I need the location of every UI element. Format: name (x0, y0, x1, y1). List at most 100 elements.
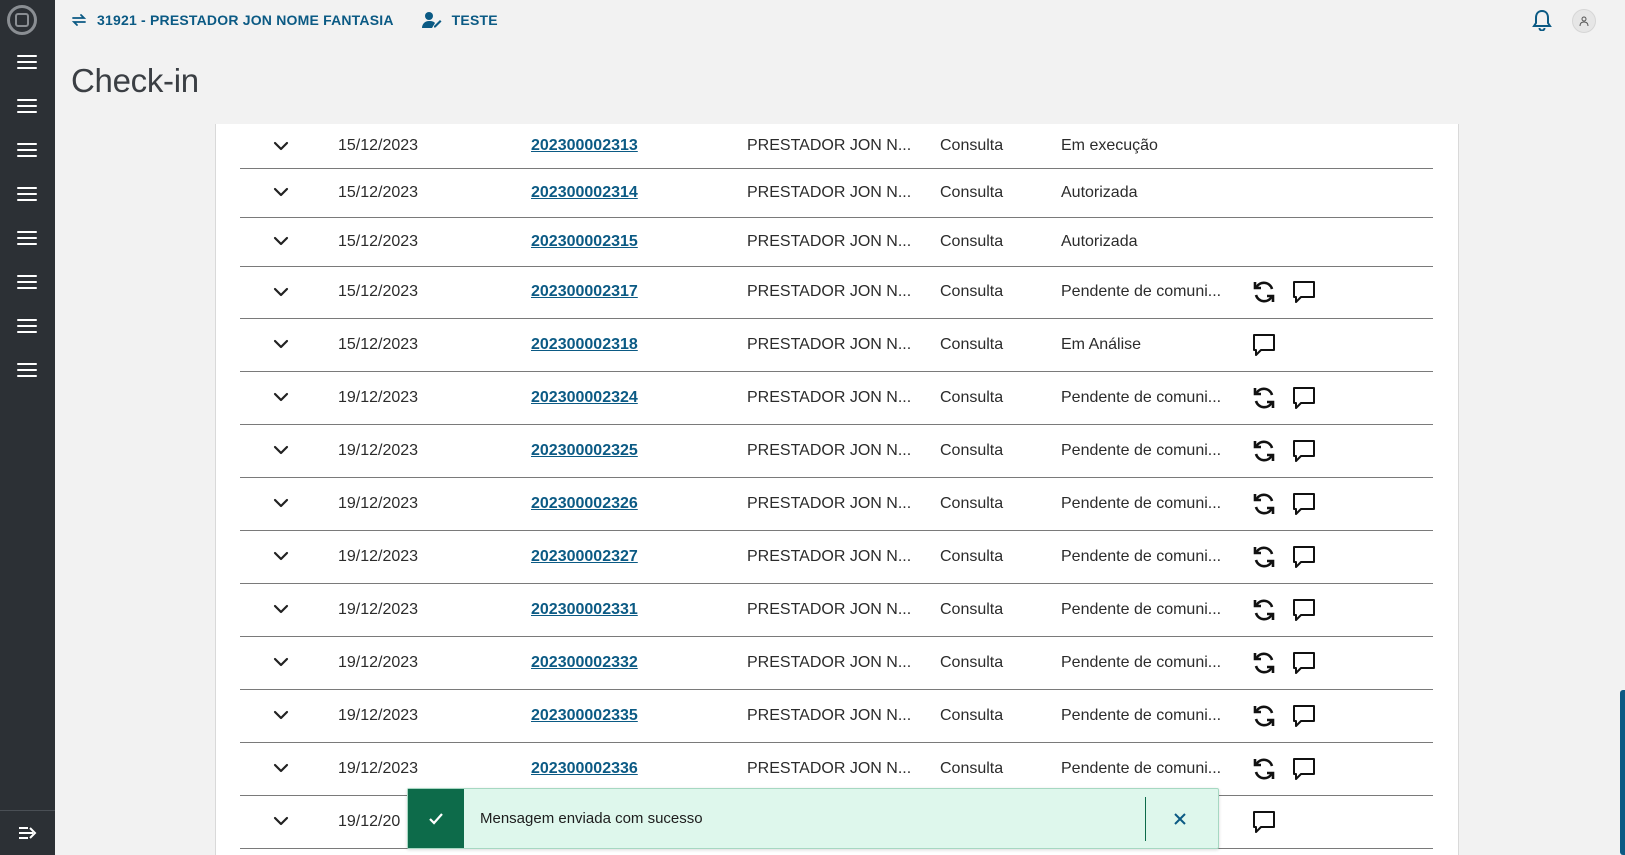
checkin-number-link[interactable]: 202300002326 (531, 495, 638, 512)
provider: PRESTADOR JON N... (747, 232, 912, 250)
chat-icon[interactable] (1291, 544, 1317, 570)
menu-icon-7[interactable] (17, 319, 37, 335)
avatar[interactable] (1572, 9, 1596, 33)
actions-cell (1251, 689, 1433, 742)
refresh-icon[interactable] (1251, 544, 1277, 570)
chevron-down-icon[interactable] (272, 494, 290, 512)
table-row: 19/12/2023 202300002335 PRESTADOR JON N...… (240, 689, 1433, 742)
date: 19/12/2023 (338, 600, 419, 618)
provider: PRESTADOR JON N... (747, 547, 912, 565)
checkin-number-link[interactable]: 202300002332 (531, 654, 638, 671)
refresh-icon[interactable] (1251, 756, 1277, 782)
table-row: 19/12/2023 202300002326 PRESTADOR JON N...… (240, 477, 1433, 530)
table-row: 15/12/2023 202300002314 PRESTADOR JON N...… (240, 168, 1433, 217)
checkin-number-link[interactable]: 202300002331 (531, 601, 638, 618)
chevron-down-icon[interactable] (272, 137, 290, 155)
status: Pendente de comuni... (1061, 653, 1222, 671)
menu-icon-1[interactable] (17, 55, 37, 71)
user-edit-icon (421, 12, 442, 28)
chevron-down-icon[interactable] (272, 653, 290, 671)
date: 15/12/2023 (338, 232, 419, 250)
checkin-number-link[interactable]: 202300002336 (531, 760, 638, 777)
notifications-bell-icon[interactable] (1531, 9, 1553, 32)
chat-icon[interactable] (1251, 332, 1277, 358)
chevron-down-icon[interactable] (272, 600, 290, 618)
chevron-down-icon[interactable] (272, 232, 290, 250)
refresh-icon[interactable] (1251, 385, 1277, 411)
status: Autorizada (1061, 232, 1138, 250)
status-cell: Pendente de comuni... (1061, 636, 1251, 689)
type-cell: Consulta (940, 168, 1061, 217)
provider: PRESTADOR JON N... (747, 388, 912, 406)
refresh-icon[interactable] (1251, 703, 1277, 729)
checkin-number-link[interactable]: 202300002325 (531, 442, 638, 459)
type: Consulta (940, 759, 1004, 777)
type-cell: Consulta (940, 318, 1061, 371)
chevron-down-icon[interactable] (272, 283, 290, 301)
refresh-icon[interactable] (1251, 438, 1277, 464)
expand-sidebar-icon[interactable] (17, 823, 39, 843)
expand-cell (240, 636, 338, 689)
chevron-down-icon[interactable] (272, 759, 290, 777)
status-cell: Em execução (1061, 124, 1251, 168)
chevron-down-icon[interactable] (272, 441, 290, 459)
table-row: 15/12/2023 202300002317 PRESTADOR JON N...… (240, 266, 1433, 318)
check-icon (429, 812, 443, 825)
provider: PRESTADOR JON N... (747, 335, 912, 353)
checkin-number-link[interactable]: 202300002327 (531, 548, 638, 565)
refresh-icon[interactable] (1251, 650, 1277, 676)
status: Pendente de comuni... (1061, 547, 1222, 565)
chat-icon[interactable] (1291, 491, 1317, 517)
chat-icon[interactable] (1291, 650, 1317, 676)
provider-cell: PRESTADOR JON N... (747, 266, 940, 318)
menu-icon-2[interactable] (17, 99, 37, 115)
checkin-number-link-cell: 202300002326 (531, 477, 747, 530)
menu-icon-6[interactable] (17, 275, 37, 291)
chevron-down-icon[interactable] (272, 812, 290, 830)
user-menu[interactable]: TESTE (421, 11, 498, 29)
menu-icon-4[interactable] (17, 187, 37, 203)
date-cell: 19/12/2023 (338, 636, 531, 689)
menu-icon-8[interactable] (17, 363, 37, 379)
menu-icon-5[interactable] (17, 231, 37, 247)
chat-icon[interactable] (1291, 756, 1317, 782)
provider: PRESTADOR JON N... (747, 600, 912, 618)
checkin-number-link[interactable]: 202300002315 (531, 233, 638, 250)
app-logo-icon[interactable] (7, 5, 37, 35)
chat-icon[interactable] (1291, 279, 1317, 305)
date-cell: 15/12/2023 (338, 124, 531, 168)
chat-icon[interactable] (1291, 438, 1317, 464)
date-cell: 19/12/2023 (338, 424, 531, 477)
chat-icon[interactable] (1291, 597, 1317, 623)
provider-cell: PRESTADOR JON N... (747, 124, 940, 168)
checkin-number-link[interactable]: 202300002317 (531, 283, 638, 300)
chat-icon[interactable] (1251, 809, 1277, 835)
chevron-down-icon[interactable] (272, 335, 290, 353)
chevron-down-icon[interactable] (272, 547, 290, 565)
chevron-down-icon[interactable] (272, 183, 290, 201)
expand-cell (240, 689, 338, 742)
expand-cell (240, 424, 338, 477)
menu-icon-3[interactable] (17, 143, 37, 159)
checkin-number-link[interactable]: 202300002314 (531, 184, 638, 201)
status: Em Análise (1061, 335, 1142, 353)
chat-icon[interactable] (1291, 385, 1317, 411)
checkin-number-link-cell: 202300002324 (531, 371, 747, 424)
refresh-icon[interactable] (1251, 597, 1277, 623)
actions-cell (1251, 795, 1433, 848)
table-row: 15/12/2023 202300002318 PRESTADOR JON N...… (240, 318, 1433, 371)
checkin-number-link[interactable]: 202300002335 (531, 707, 638, 724)
refresh-icon[interactable] (1251, 491, 1277, 517)
toast-close-button[interactable] (1168, 807, 1192, 831)
chevron-down-icon[interactable] (272, 706, 290, 724)
expand-cell (240, 217, 338, 266)
provider-cell: PRESTADOR JON N... (747, 168, 940, 217)
chevron-down-icon[interactable] (272, 388, 290, 406)
checkin-number-link[interactable]: 202300002324 (531, 389, 638, 406)
refresh-icon[interactable] (1251, 279, 1277, 305)
chat-icon[interactable] (1291, 703, 1317, 729)
provider-switch[interactable]: 31921 - PRESTADOR JON NOME FANTASIA (71, 12, 394, 28)
checkin-number-link[interactable]: 202300002318 (531, 336, 638, 353)
checkin-number-link[interactable]: 202300002313 (531, 137, 638, 154)
scrollbar[interactable] (1620, 690, 1625, 855)
